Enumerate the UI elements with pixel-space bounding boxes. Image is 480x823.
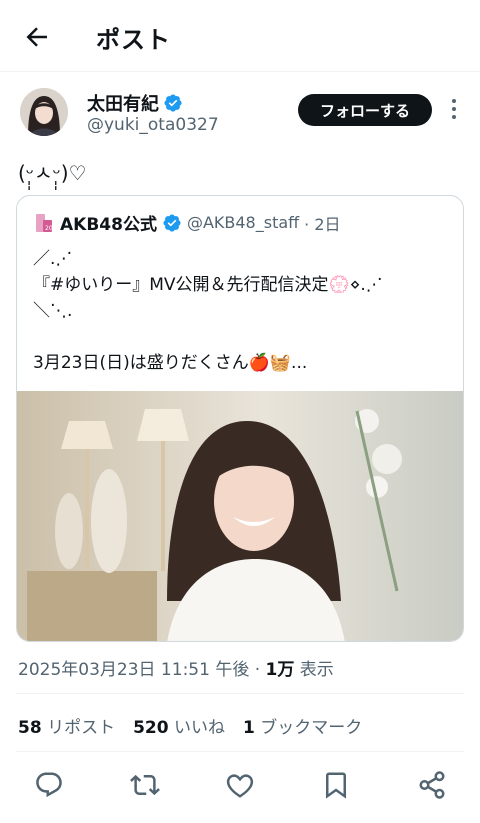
quoted-text-line: ＼⋱. bbox=[33, 301, 73, 321]
reposts-stat[interactable]: 58 リポスト bbox=[18, 713, 115, 738]
action-bar bbox=[0, 766, 480, 806]
like-icon[interactable] bbox=[225, 770, 255, 800]
quoted-text-line: 3月23日(日)は盛りだくさん🍎🧺... bbox=[33, 353, 308, 373]
top-bar: ポスト bbox=[0, 0, 480, 72]
author-name[interactable]: 太田有紀 bbox=[87, 90, 159, 116]
quoted-text-line bbox=[33, 324, 383, 350]
reply-icon[interactable] bbox=[34, 770, 64, 800]
quoted-post-text: ／.⋰ 『#ゆいりー』MV公開＆先行配信決定💮⋄.⋰ ＼⋱. 3月23日(日)は… bbox=[33, 246, 383, 376]
share-icon[interactable] bbox=[417, 770, 447, 800]
verified-badge-icon bbox=[163, 213, 181, 232]
more-vertical-icon[interactable] bbox=[444, 96, 464, 122]
divider bbox=[16, 693, 464, 694]
quoted-text-line: ／.⋰ bbox=[33, 249, 73, 269]
quoted-post-header: 20 AKB48公式 @AKB48_staff · 2日 bbox=[33, 210, 341, 235]
quoted-author-name[interactable]: AKB48公式 bbox=[60, 210, 157, 235]
likes-label: いいね bbox=[173, 718, 225, 738]
views-label: 表示 bbox=[294, 660, 334, 680]
quoted-post-photo[interactable] bbox=[17, 391, 464, 642]
bookmarks-label: ブックマーク bbox=[260, 718, 363, 738]
repost-icon[interactable] bbox=[130, 770, 160, 800]
likes-stat[interactable]: 520 いいね bbox=[133, 713, 225, 738]
author-handle[interactable]: @yuki_ota0327 bbox=[87, 115, 219, 135]
follow-button[interactable]: フォローする bbox=[298, 94, 432, 126]
post-author: 太田有紀 @yuki_ota0327 フォローする bbox=[0, 84, 480, 148]
quoted-post-time: · 2日 bbox=[304, 214, 341, 234]
arrow-left-icon[interactable] bbox=[22, 22, 52, 52]
quoted-post[interactable]: 20 AKB48公式 @AKB48_staff · 2日 ／.⋰ 『#ゆいりー』… bbox=[16, 195, 464, 642]
reposts-label: リポスト bbox=[47, 718, 116, 738]
author-name-row: 太田有紀 bbox=[87, 90, 183, 116]
svg-text:20: 20 bbox=[45, 225, 53, 232]
bookmarks-stat[interactable]: 1 ブックマーク bbox=[243, 713, 362, 738]
page-title: ポスト bbox=[96, 26, 171, 54]
bookmarks-count: 1 bbox=[242, 718, 255, 738]
divider bbox=[16, 751, 464, 752]
post-text: (ᵕ̩̩ㅅᵕ̩̩)♡ bbox=[18, 161, 87, 185]
verified-badge-icon bbox=[164, 94, 182, 112]
akb48-logo-icon: 20 bbox=[36, 213, 53, 232]
avatar[interactable] bbox=[20, 88, 68, 136]
reposts-count: 58 bbox=[18, 718, 42, 738]
quoted-author-handle: @AKB48_staff bbox=[186, 213, 300, 232]
engagement-stats: 58 リポスト 520 いいね 1 ブックマーク bbox=[18, 713, 362, 738]
likes-count: 520 bbox=[133, 718, 169, 738]
post-timestamp: 2025年03月23日 11:51 午後 · 1万 表示 bbox=[18, 655, 334, 680]
quoted-text-line: 『#ゆいりー』MV公開＆先行配信決定💮⋄.⋰ bbox=[33, 275, 383, 295]
timestamp-text[interactable]: 2025年03月23日 11:51 午後 · bbox=[18, 660, 266, 680]
bookmark-icon[interactable] bbox=[321, 770, 351, 800]
views-count: 1万 bbox=[265, 660, 295, 680]
